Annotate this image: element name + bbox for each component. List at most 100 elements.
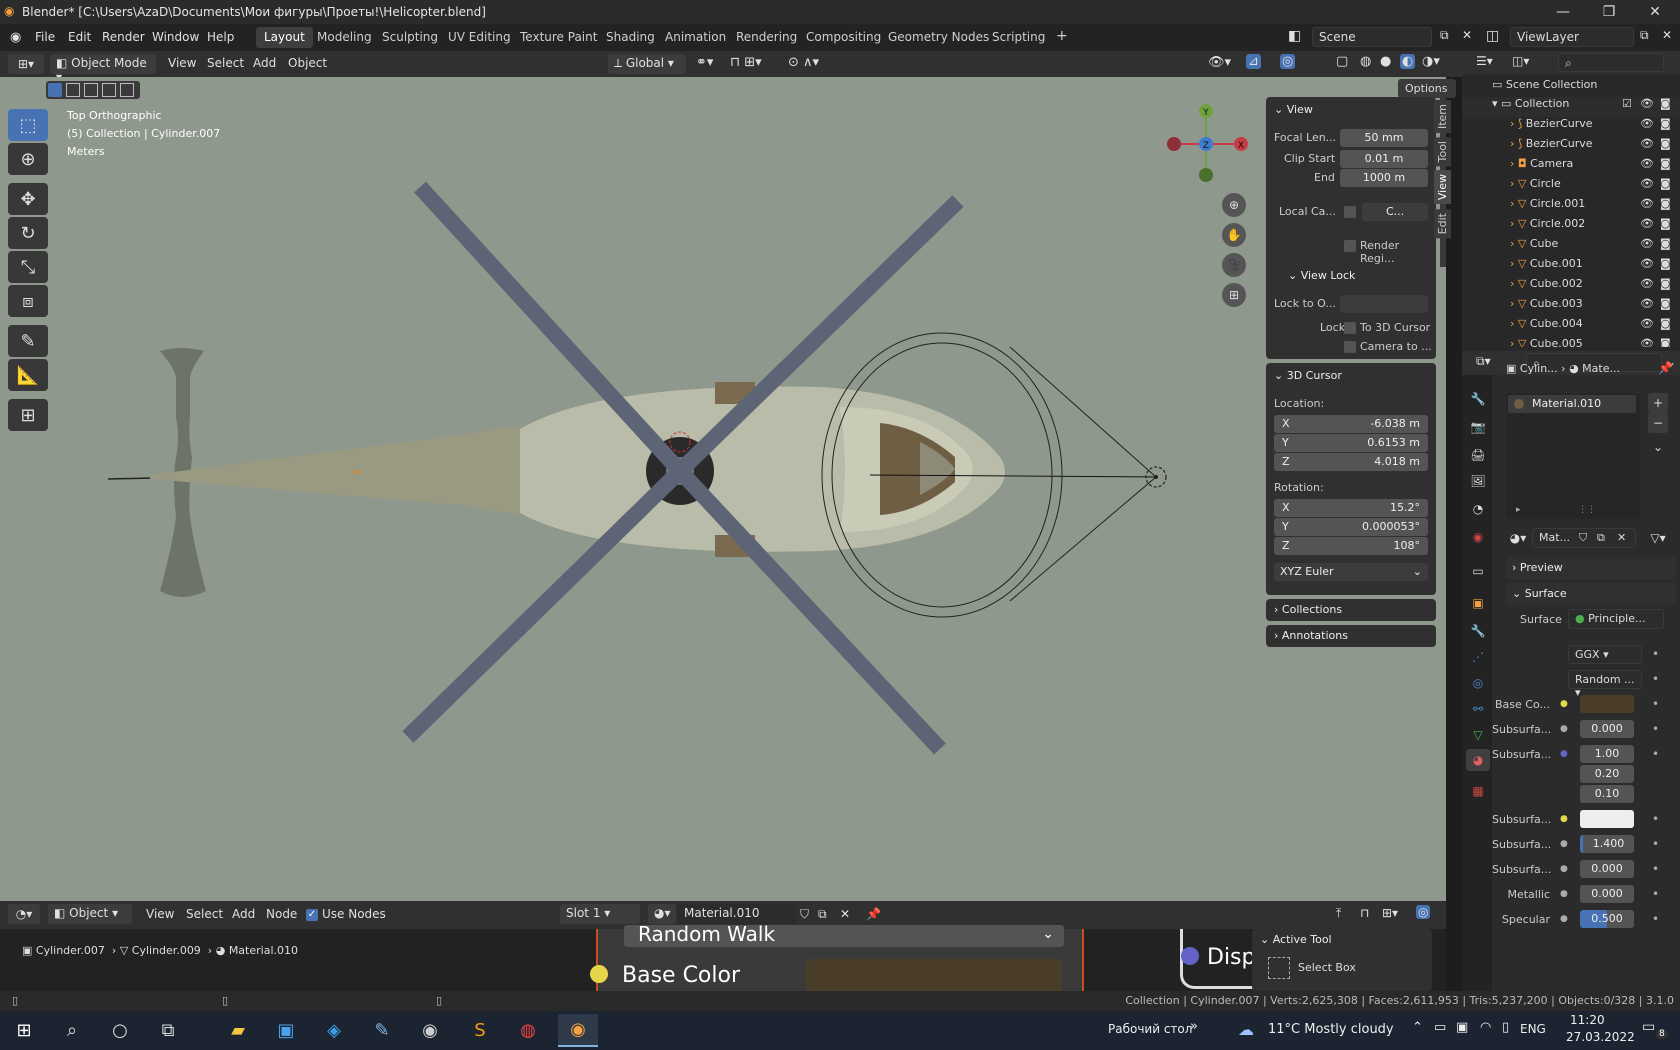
3d-cursor-title[interactable]: ⌄ 3D Cursor xyxy=(1274,369,1342,382)
menu-view[interactable]: View xyxy=(168,56,196,70)
menu-help[interactable]: Help xyxy=(207,30,234,44)
add-workspace-button[interactable]: + xyxy=(1048,25,1076,46)
unlink-material-icon[interactable]: ✕ xyxy=(1617,531,1626,544)
metallic-field[interactable]: 0.000 xyxy=(1580,885,1634,903)
principled-node[interactable]: Random Walk ⌄ Base Color xyxy=(590,925,1084,991)
lock-to-object-field[interactable] xyxy=(1340,295,1428,313)
shading-material-icon[interactable]: ◐ xyxy=(1400,54,1416,69)
blender-taskbar-icon[interactable]: ◉ xyxy=(558,1014,598,1047)
tab-sculpting[interactable]: Sculpting xyxy=(374,27,446,48)
render-region-checkbox[interactable] xyxy=(1344,240,1356,252)
physics-tab-icon[interactable]: ◎ xyxy=(1468,673,1488,693)
rotation-mode-dropdown[interactable]: XYZ Euler ⌄ xyxy=(1274,563,1428,581)
editor-type-icon[interactable]: ⊞▾ xyxy=(8,54,44,74)
material-slot-item[interactable]: Material.010 xyxy=(1508,395,1636,413)
cursor-y-field[interactable]: Y 0.6153 m xyxy=(1274,434,1428,452)
shading-solid-icon[interactable]: ● xyxy=(1380,54,1391,69)
steam-icon[interactable]: ◉ xyxy=(410,1014,450,1047)
outliner-item-cube-003[interactable]: › ▽ Cube.003 👁 ◙ xyxy=(1462,297,1680,317)
new-view-layer-icon[interactable]: ⧉ xyxy=(1640,28,1649,43)
render-camera-icon[interactable]: ◙ xyxy=(1660,257,1671,270)
tab-geometry-nodes[interactable]: Geometry Nodes xyxy=(880,27,997,48)
data-tab-icon[interactable]: ▽ xyxy=(1468,725,1488,745)
outliner-scene-collection[interactable]: ▭ Scene Collection xyxy=(1462,78,1680,98)
proportional-edit-icon[interactable]: ⊙ ∧▾ xyxy=(788,55,819,70)
visibility-eye-icon[interactable]: 👁 xyxy=(1640,237,1654,250)
maximize-button[interactable]: ❐ xyxy=(1586,0,1632,24)
outliner-collection[interactable]: ▾ ▭ Collection ☑ 👁 ◙ xyxy=(1462,97,1680,117)
tab-edit[interactable]: Edit xyxy=(1434,208,1451,238)
annotations-panel[interactable]: › Annotations xyxy=(1266,625,1436,647)
properties-editor-icon[interactable]: ⧉▾ xyxy=(1476,354,1491,369)
object-tab-icon[interactable]: ▣ xyxy=(1468,593,1488,613)
options-dropdown[interactable]: Options ▾ xyxy=(1398,79,1456,108)
weather-icon[interactable]: ☁ xyxy=(1238,1020,1254,1039)
store-icon[interactable]: ▣ xyxy=(266,1014,306,1047)
node-fake-user-icon[interactable]: ⛉ xyxy=(800,907,809,922)
visibility-eye-icon[interactable]: 👁 xyxy=(1640,217,1654,230)
xray-icon[interactable]: ▢ xyxy=(1336,54,1348,69)
rotation-z-field[interactable]: Z 108° xyxy=(1274,537,1428,555)
material-name-field[interactable]: Mat... ⛉ ⧉ ✕ xyxy=(1532,528,1636,548)
overlay-toggle-icon[interactable]: ◎ xyxy=(1280,54,1296,69)
remove-material-slot-button[interactable]: − xyxy=(1648,413,1668,433)
tab-view[interactable]: View xyxy=(1434,170,1451,205)
shading-rendered-icon[interactable]: ◑▾ xyxy=(1422,54,1440,69)
subsurface-anisotropy-field[interactable]: 0.000 xyxy=(1580,860,1634,878)
clip-start-field[interactable]: 0.01 m xyxy=(1340,150,1428,168)
tab-layout[interactable]: Layout xyxy=(256,27,313,48)
subsurface-ior-keyframe-icon[interactable]: • xyxy=(1652,837,1659,851)
wifi-icon[interactable]: ◠ xyxy=(1480,1020,1491,1035)
blender-menu-icon[interactable]: ◉ xyxy=(10,30,21,45)
lock-camera-checkbox[interactable] xyxy=(1344,341,1356,353)
constraints-tab-icon[interactable]: ⚯ xyxy=(1468,699,1488,719)
render-camera-icon[interactable]: ◙ xyxy=(1660,237,1671,250)
shader-node-area[interactable]: ▣ Cylinder.007 › ▽ Cylinder.009 › ◕ Mate… xyxy=(0,925,1446,991)
material-tab-icon[interactable]: ◕ xyxy=(1466,749,1490,771)
subsurface-field[interactable]: 0.000 xyxy=(1580,720,1634,738)
snap-icon[interactable]: ⊓ ⊞▾ xyxy=(730,55,762,70)
base-color-node-swatch[interactable] xyxy=(806,959,1062,991)
slot-specials-chevron-icon[interactable]: ⌄ xyxy=(1648,437,1668,457)
render-tab-icon[interactable]: 📷 xyxy=(1468,417,1488,437)
list-resize-handle[interactable]: ⋮⋮ xyxy=(1578,505,1596,515)
node-menu-node[interactable]: Node xyxy=(266,907,297,921)
delete-scene-icon[interactable]: ✕ xyxy=(1462,28,1472,42)
specular-field[interactable]: 0.500 xyxy=(1580,910,1634,928)
scene-icon[interactable]: ◧ xyxy=(1288,28,1301,44)
base-color-swatch[interactable] xyxy=(1580,695,1634,713)
outliner-item-circle-002[interactable]: › ▽ Circle.002 👁 ◙ xyxy=(1462,217,1680,237)
menu-render[interactable]: Render xyxy=(102,30,145,44)
tab-shading[interactable]: Shading xyxy=(598,27,663,48)
notification-icon[interactable]: ▭ xyxy=(1642,1019,1655,1035)
render-camera-icon[interactable]: ◙ xyxy=(1660,137,1671,150)
delete-view-layer-icon[interactable]: ✕ xyxy=(1662,28,1672,42)
display-mode-icon[interactable]: ◫▾ xyxy=(1512,54,1529,68)
collection-tab-icon[interactable]: ▭ xyxy=(1468,561,1488,581)
outliner-item-camera[interactable]: › ◘ Camera 👁 ◙ xyxy=(1462,157,1680,177)
render-camera-icon[interactable]: ◙ xyxy=(1660,217,1671,230)
render-camera-icon[interactable]: ◙ xyxy=(1660,177,1671,190)
tab-tool[interactable]: Tool xyxy=(1434,137,1451,167)
outliner-item-cube-005[interactable]: › ▽ Cube.005 👁 ◙ xyxy=(1462,337,1680,347)
outliner-item-circle-001[interactable]: › ▽ Circle.001 👁 ◙ xyxy=(1462,197,1680,217)
shader-editor-type-icon[interactable]: ◔▾ xyxy=(8,904,40,924)
notepad-icon[interactable]: ✎ xyxy=(362,1014,402,1047)
node-snap-mode-icon[interactable]: ⊞▾ xyxy=(1382,906,1398,920)
new-scene-icon[interactable]: ⧉ xyxy=(1440,28,1449,43)
language-indicator[interactable]: ENG xyxy=(1520,1022,1546,1036)
outliner-item-beziercurve[interactable]: › ⟆ BezierCurve 👁 ◙ xyxy=(1462,117,1680,137)
weather-label[interactable]: 11°C Mostly cloudy xyxy=(1268,1022,1394,1037)
menu-window[interactable]: Window xyxy=(152,30,199,44)
outliner-item-cube-002[interactable]: › ▽ Cube.002 👁 ◙ xyxy=(1462,277,1680,297)
node-menu-add[interactable]: Add xyxy=(232,907,255,921)
view-layer-icon[interactable]: ◫ xyxy=(1486,28,1499,44)
duplicate-material-icon[interactable]: ⧉ xyxy=(1597,531,1605,545)
desktop-toolbar-label[interactable]: Рабочий стол xyxy=(1108,1022,1192,1036)
outliner-item-beziercurve[interactable]: › ⟆ BezierCurve 👁 ◙ xyxy=(1462,137,1680,157)
surface-shader-field[interactable]: ● Principle... xyxy=(1568,609,1664,629)
zoom-icon[interactable]: ⊕ xyxy=(1222,193,1246,217)
cortana-icon[interactable]: ○ xyxy=(100,1014,140,1047)
lock-to-cursor-checkbox[interactable] xyxy=(1344,322,1356,334)
visibility-eye-icon[interactable]: 👁 xyxy=(1640,297,1654,310)
